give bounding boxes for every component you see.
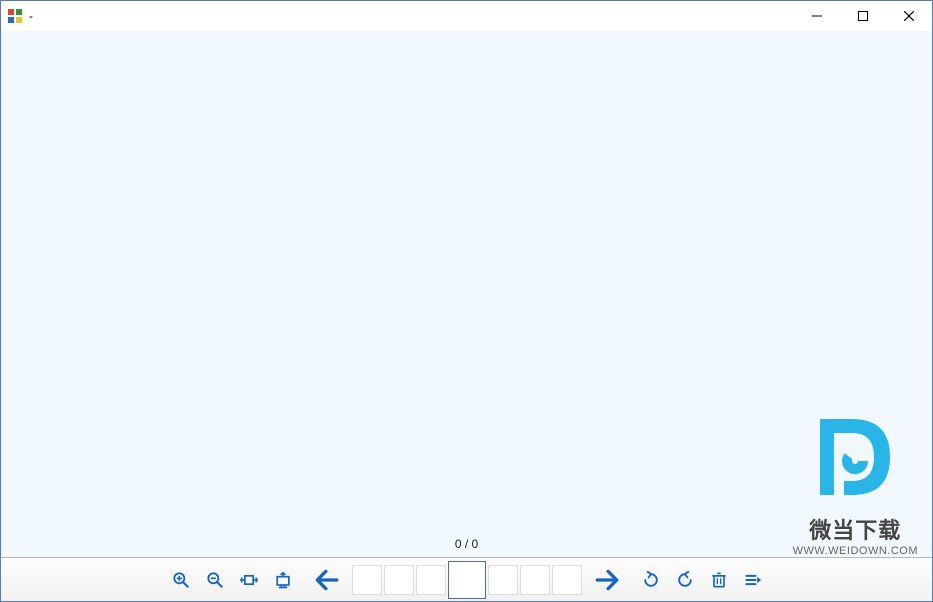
thumbnail-slot[interactable]	[416, 565, 446, 595]
arrow-right-icon	[594, 567, 620, 593]
thumbnail-slot[interactable]	[552, 565, 582, 595]
zoom-out-button[interactable]	[198, 563, 232, 597]
zoom-group	[164, 563, 300, 597]
minimize-button[interactable]	[794, 1, 840, 31]
edit-group	[634, 563, 770, 597]
delete-button[interactable]	[702, 563, 736, 597]
rotate-right-button[interactable]	[668, 563, 702, 597]
rotate-left-button[interactable]	[634, 563, 668, 597]
image-viewport: 0 / 0 微当下载 WWW.WEIDOWN.COM	[1, 31, 932, 557]
window-title: -	[29, 9, 33, 23]
previous-button[interactable]	[310, 563, 344, 597]
next-button[interactable]	[590, 563, 624, 597]
zoom-out-icon	[205, 570, 225, 590]
thumbnail-strip	[352, 561, 582, 599]
thumbnail-slot[interactable]	[520, 565, 550, 595]
close-button[interactable]	[886, 1, 932, 31]
bottom-toolbar	[1, 557, 932, 601]
arrow-left-icon	[314, 567, 340, 593]
thumbnail-slot[interactable]	[488, 565, 518, 595]
fullscreen-button[interactable]	[266, 563, 300, 597]
zoom-in-button[interactable]	[164, 563, 198, 597]
thumbnail-slot[interactable]	[384, 565, 414, 595]
rotate-left-icon	[641, 570, 661, 590]
watermark-text: 微当下载	[793, 513, 918, 545]
menu-icon	[743, 570, 763, 590]
watermark-url: WWW.WEIDOWN.COM	[793, 545, 918, 557]
fullscreen-icon	[273, 570, 293, 590]
thumbnail-slot[interactable]	[352, 565, 382, 595]
trash-icon	[709, 570, 729, 590]
maximize-button[interactable]	[840, 1, 886, 31]
thumbnail-current[interactable]	[448, 561, 486, 599]
app-icon	[7, 8, 23, 24]
zoom-in-icon	[171, 570, 191, 590]
titlebar: -	[1, 1, 932, 31]
actual-size-button[interactable]	[232, 563, 266, 597]
actual-size-icon	[239, 570, 259, 590]
more-button[interactable]	[736, 563, 770, 597]
app-window: - 0 / 0 微当下载 WWW.WEIDOWN.COM	[0, 0, 933, 602]
watermark: 微当下载 WWW.WEIDOWN.COM	[793, 411, 918, 557]
rotate-right-icon	[675, 570, 695, 590]
image-counter: 0 / 0	[455, 537, 478, 551]
